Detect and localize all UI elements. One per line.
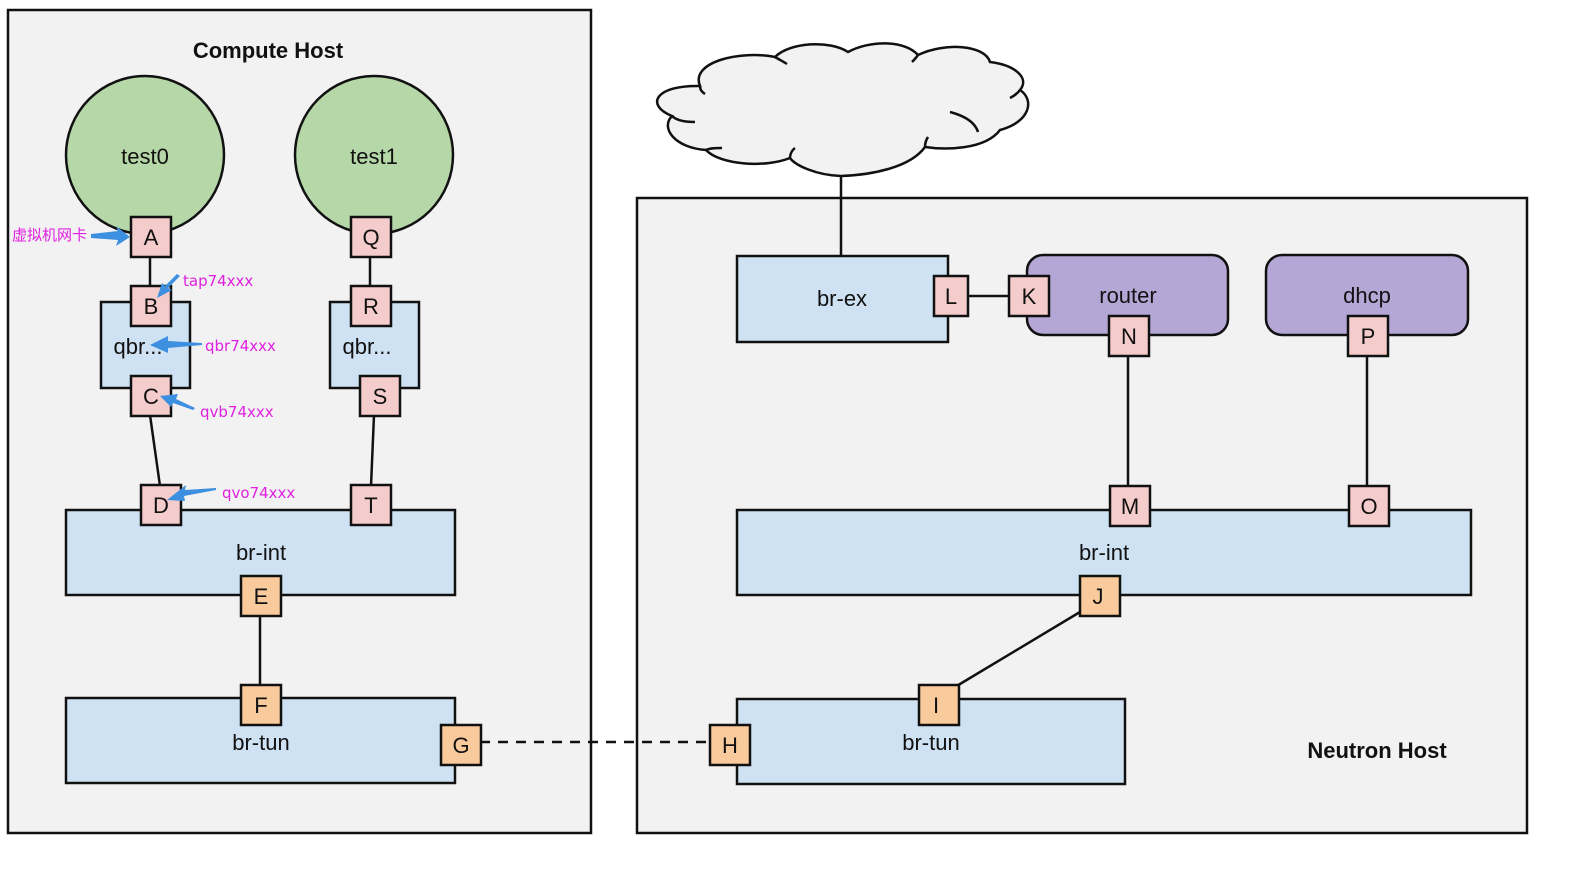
port-i[interactable]: I (917, 683, 961, 727)
port-e[interactable]: E (239, 574, 283, 618)
port-f[interactable]: F (239, 683, 283, 727)
annotation-qvb: qvb74xxx (200, 403, 274, 421)
port-label: T (364, 493, 377, 518)
neutron-host-title: Neutron Host (1307, 738, 1447, 763)
port-label: B (144, 294, 159, 319)
annotation-vm-nic: 虚拟机网卡 (12, 226, 87, 244)
port-label: N (1121, 324, 1137, 349)
port-label: O (1360, 494, 1377, 519)
port-j[interactable]: J (1078, 574, 1122, 618)
port-o[interactable]: O (1347, 484, 1391, 528)
port-label: C (143, 384, 159, 409)
port-label: E (254, 584, 269, 609)
port-d[interactable]: D (139, 483, 183, 527)
external-network-cloud (655, 42, 1030, 178)
port-label: L (945, 284, 957, 309)
br-int-label: br-int (1079, 540, 1129, 565)
port-label: I (933, 693, 939, 718)
dhcp-label: dhcp (1343, 283, 1391, 308)
br-int-label: br-int (236, 540, 286, 565)
port-l[interactable]: L (932, 274, 970, 318)
annotation-qvo: qvo74xxx (222, 484, 295, 502)
port-label: H (722, 733, 738, 758)
br-tun-label: br-tun (902, 730, 959, 755)
port-label: Q (362, 225, 379, 250)
port-label: A (144, 225, 159, 250)
annotation-tap: tap74xxx (183, 272, 253, 290)
port-label: F (254, 693, 267, 718)
port-k[interactable]: K (1007, 274, 1051, 318)
neutron-br-ex[interactable]: br-ex (735, 254, 950, 344)
port-label: P (1361, 324, 1376, 349)
qbr-label: qbr... (343, 334, 392, 359)
port-label: M (1121, 494, 1139, 519)
vm-test1[interactable]: test1 (293, 74, 455, 236)
compute-host-title: Compute Host (193, 38, 344, 63)
port-p[interactable]: P (1346, 314, 1390, 358)
network-diagram: Compute Host test0 test1 qbr... qbr... b… (6, 8, 1529, 835)
port-q[interactable]: Q (349, 215, 393, 259)
port-label: R (363, 294, 379, 319)
vm-label: test0 (121, 144, 169, 169)
port-a[interactable]: A (129, 215, 173, 259)
port-r[interactable]: R (349, 284, 393, 328)
br-ex-label: br-ex (817, 286, 867, 311)
port-s[interactable]: S (358, 374, 402, 418)
port-label: G (452, 733, 469, 758)
port-n[interactable]: N (1107, 314, 1151, 358)
router-label: router (1099, 283, 1156, 308)
vm-label: test1 (350, 144, 398, 169)
port-m[interactable]: M (1108, 484, 1152, 528)
port-label: D (153, 493, 169, 518)
port-t[interactable]: T (349, 483, 393, 527)
vm-test0[interactable]: test0 (64, 74, 226, 236)
port-label: S (373, 384, 388, 409)
br-tun-label: br-tun (232, 730, 289, 755)
port-h[interactable]: H (708, 723, 752, 767)
annotation-qbr: qbr74xxx (205, 337, 276, 355)
port-g[interactable]: G (439, 723, 483, 767)
port-label: J (1093, 584, 1104, 609)
port-label: K (1022, 284, 1037, 309)
